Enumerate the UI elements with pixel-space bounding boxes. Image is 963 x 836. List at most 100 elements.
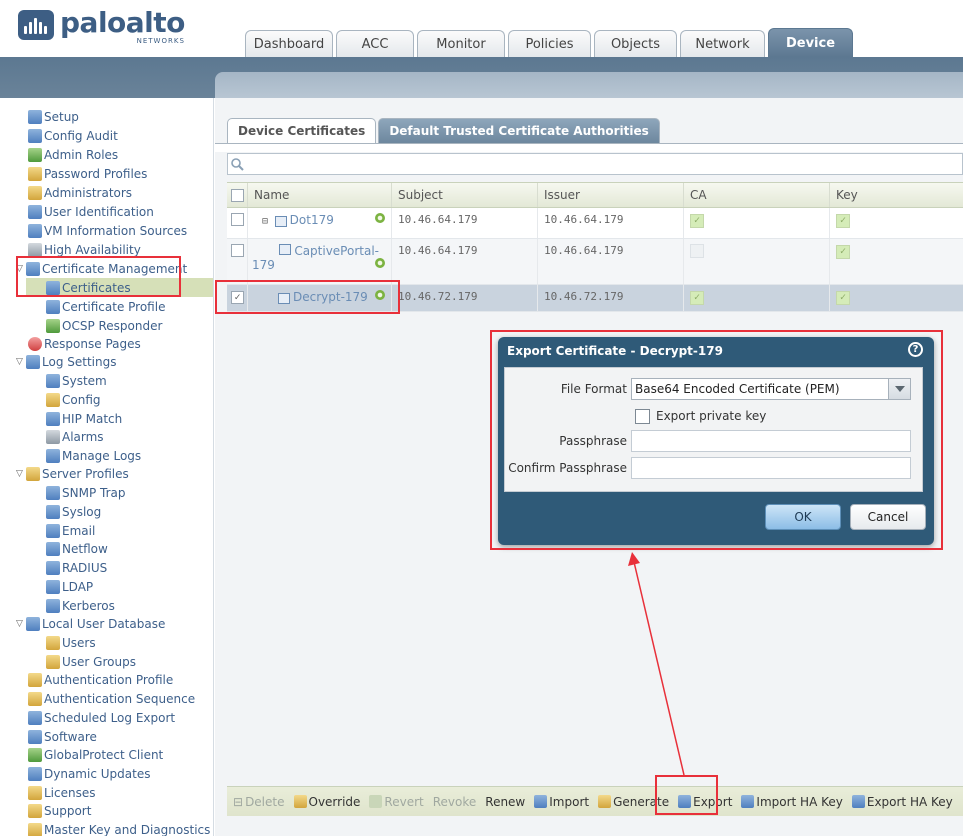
radius-icon: [46, 560, 60, 575]
tab-monitor[interactable]: Monitor: [417, 30, 505, 57]
sidebar-item-globalprotect-client[interactable]: GlobalProtect Client: [28, 745, 163, 764]
sidebar-item-vm-information-sources[interactable]: VM Information Sources: [28, 221, 187, 240]
highlight-dialog: [490, 330, 943, 550]
bottom-toolbar: ⊟ Delete Override Revert Revoke Renew Imp…: [227, 786, 963, 816]
logo-wordmark: paloalto: [60, 6, 185, 39]
export-ha-key-button[interactable]: Export HA Key: [851, 795, 953, 809]
sidebar-item-ocsp-responder[interactable]: OCSP Responder: [46, 316, 162, 335]
tab-acc[interactable]: ACC: [336, 30, 414, 57]
sidebar-item-users[interactable]: Users: [46, 633, 96, 652]
certificate-profile-icon: [46, 299, 60, 314]
sidebar-item-password-profiles[interactable]: Password Profiles: [28, 164, 147, 183]
sidebar-item-local-user-database[interactable]: ▽ Local User Database: [16, 614, 165, 633]
sidebar-item-syslog[interactable]: Syslog: [46, 502, 101, 521]
cert-name-line1[interactable]: CaptivePortal-: [294, 244, 379, 258]
highlight-export-button: [655, 775, 718, 815]
sidebar-item-scheduled-log-export[interactable]: Scheduled Log Export: [28, 708, 175, 727]
sidebar-item-netflow[interactable]: Netflow: [46, 539, 108, 558]
sidebar-item-administrators[interactable]: Administrators: [28, 183, 132, 202]
cert-name[interactable]: Dot179: [290, 213, 334, 227]
sidebar-item-snmp-trap[interactable]: SNMP Trap: [46, 483, 125, 502]
generate-icon: [598, 795, 612, 808]
users-icon: [46, 635, 60, 650]
sidebar: Setup Config Audit Admin Roles Password …: [10, 98, 214, 836]
revoke-button[interactable]: Revoke: [433, 795, 477, 809]
sidebar-item-hip-match[interactable]: HIP Match: [46, 409, 122, 428]
delete-button[interactable]: ⊟ Delete: [233, 795, 285, 809]
sidebar-item-authentication-sequence[interactable]: Authentication Sequence: [28, 689, 195, 708]
key-checkbox: ✓: [836, 245, 850, 259]
tab-objects[interactable]: Objects: [594, 30, 677, 57]
ldap-icon: [46, 579, 60, 594]
sidebar-item-config-audit[interactable]: Config Audit: [28, 126, 118, 145]
sidebar-item-config[interactable]: Config: [46, 390, 101, 409]
vm-information-icon: [28, 223, 42, 238]
import-ha-key-button[interactable]: Import HA Key: [741, 795, 843, 809]
dynamic-updates-icon: [28, 766, 42, 781]
column-ca[interactable]: CA: [684, 183, 830, 207]
row-checkbox[interactable]: [231, 244, 244, 257]
row-checkbox[interactable]: [231, 213, 244, 226]
sidebar-item-kerberos[interactable]: Kerberos: [46, 596, 115, 615]
renew-button[interactable]: Renew: [485, 795, 525, 809]
sidebar-item-dynamic-updates[interactable]: Dynamic Updates: [28, 764, 150, 783]
sidebar-item-master-key[interactable]: Master Key and Diagnostics: [28, 820, 210, 836]
sidebar-item-software[interactable]: Software: [28, 727, 97, 746]
manage-logs-icon: [46, 448, 60, 463]
sidebar-item-user-identification[interactable]: User Identification: [28, 202, 154, 221]
expand-arrow-icon[interactable]: ▽: [16, 469, 26, 479]
master-key-icon: [28, 822, 42, 836]
sidebar-item-support[interactable]: Support: [28, 801, 91, 820]
override-button[interactable]: Override: [293, 795, 360, 809]
response-pages-icon: [28, 336, 42, 351]
tab-device-certificates[interactable]: Device Certificates: [227, 118, 377, 143]
sidebar-item-setup[interactable]: Setup: [28, 107, 79, 126]
system-icon: [46, 373, 60, 388]
tab-default-trusted-cas[interactable]: Default Trusted Certificate Authorities: [378, 118, 660, 143]
sidebar-item-log-settings[interactable]: ▽ Log Settings: [16, 352, 116, 371]
sidebar-item-alarms[interactable]: Alarms: [46, 427, 104, 446]
column-name[interactable]: Name: [248, 183, 392, 207]
sidebar-item-server-profiles[interactable]: ▽ Server Profiles: [16, 464, 129, 483]
email-icon: [46, 523, 60, 538]
tab-device[interactable]: Device: [768, 28, 853, 57]
admin-roles-icon: [28, 147, 42, 162]
override-icon: [293, 795, 307, 808]
sidebar-item-ldap[interactable]: LDAP: [46, 577, 93, 596]
table-row[interactable]: ⊟ Dot179 10.46.64.179 10.46.64.179 ✓ ✓: [227, 208, 963, 239]
import-button[interactable]: Import: [534, 795, 589, 809]
revert-button[interactable]: Revert: [369, 795, 424, 809]
sidebar-item-response-pages[interactable]: Response Pages: [28, 334, 141, 353]
sidebar-item-licenses[interactable]: Licenses: [28, 783, 96, 802]
expand-arrow-icon[interactable]: ▽: [16, 357, 26, 367]
table-header: Name Subject Issuer CA Key: [227, 182, 963, 208]
filter-input[interactable]: [227, 153, 963, 175]
column-subject[interactable]: Subject: [392, 183, 538, 207]
sidebar-item-system[interactable]: System: [46, 371, 107, 390]
status-gear-icon: [375, 258, 385, 268]
hip-match-icon: [46, 411, 60, 426]
tab-policies[interactable]: Policies: [508, 30, 591, 57]
cert-subject: 10.46.72.179: [392, 285, 538, 311]
sidebar-item-radius[interactable]: RADIUS: [46, 558, 107, 577]
sidebar-item-user-groups[interactable]: User Groups: [46, 652, 136, 671]
sidebar-item-admin-roles[interactable]: Admin Roles: [28, 145, 118, 164]
sidebar-item-authentication-profile[interactable]: Authentication Profile: [28, 670, 173, 689]
kerberos-icon: [46, 598, 60, 613]
expand-arrow-icon[interactable]: ▽: [16, 619, 26, 629]
cert-issuer: 10.46.72.179: [538, 285, 684, 311]
select-all-checkbox[interactable]: [227, 183, 248, 207]
content-band: [215, 72, 963, 98]
sidebar-item-email[interactable]: Email: [46, 521, 95, 540]
sidebar-item-certificate-profile[interactable]: Certificate Profile: [46, 297, 165, 316]
cert-name-line2[interactable]: 179: [252, 258, 275, 272]
tab-network[interactable]: Network: [680, 30, 765, 57]
collapse-icon[interactable]: ⊟: [262, 216, 268, 227]
tab-dashboard[interactable]: Dashboard: [245, 30, 333, 57]
sidebar-item-manage-logs[interactable]: Manage Logs: [46, 446, 141, 465]
table-row[interactable]: CaptivePortal- 179 10.46.64.179 10.46.64…: [227, 239, 963, 285]
column-key[interactable]: Key: [830, 183, 963, 207]
user-groups-icon: [46, 654, 60, 669]
column-issuer[interactable]: Issuer: [538, 183, 684, 207]
highlight-certificates-nav: [16, 256, 181, 297]
